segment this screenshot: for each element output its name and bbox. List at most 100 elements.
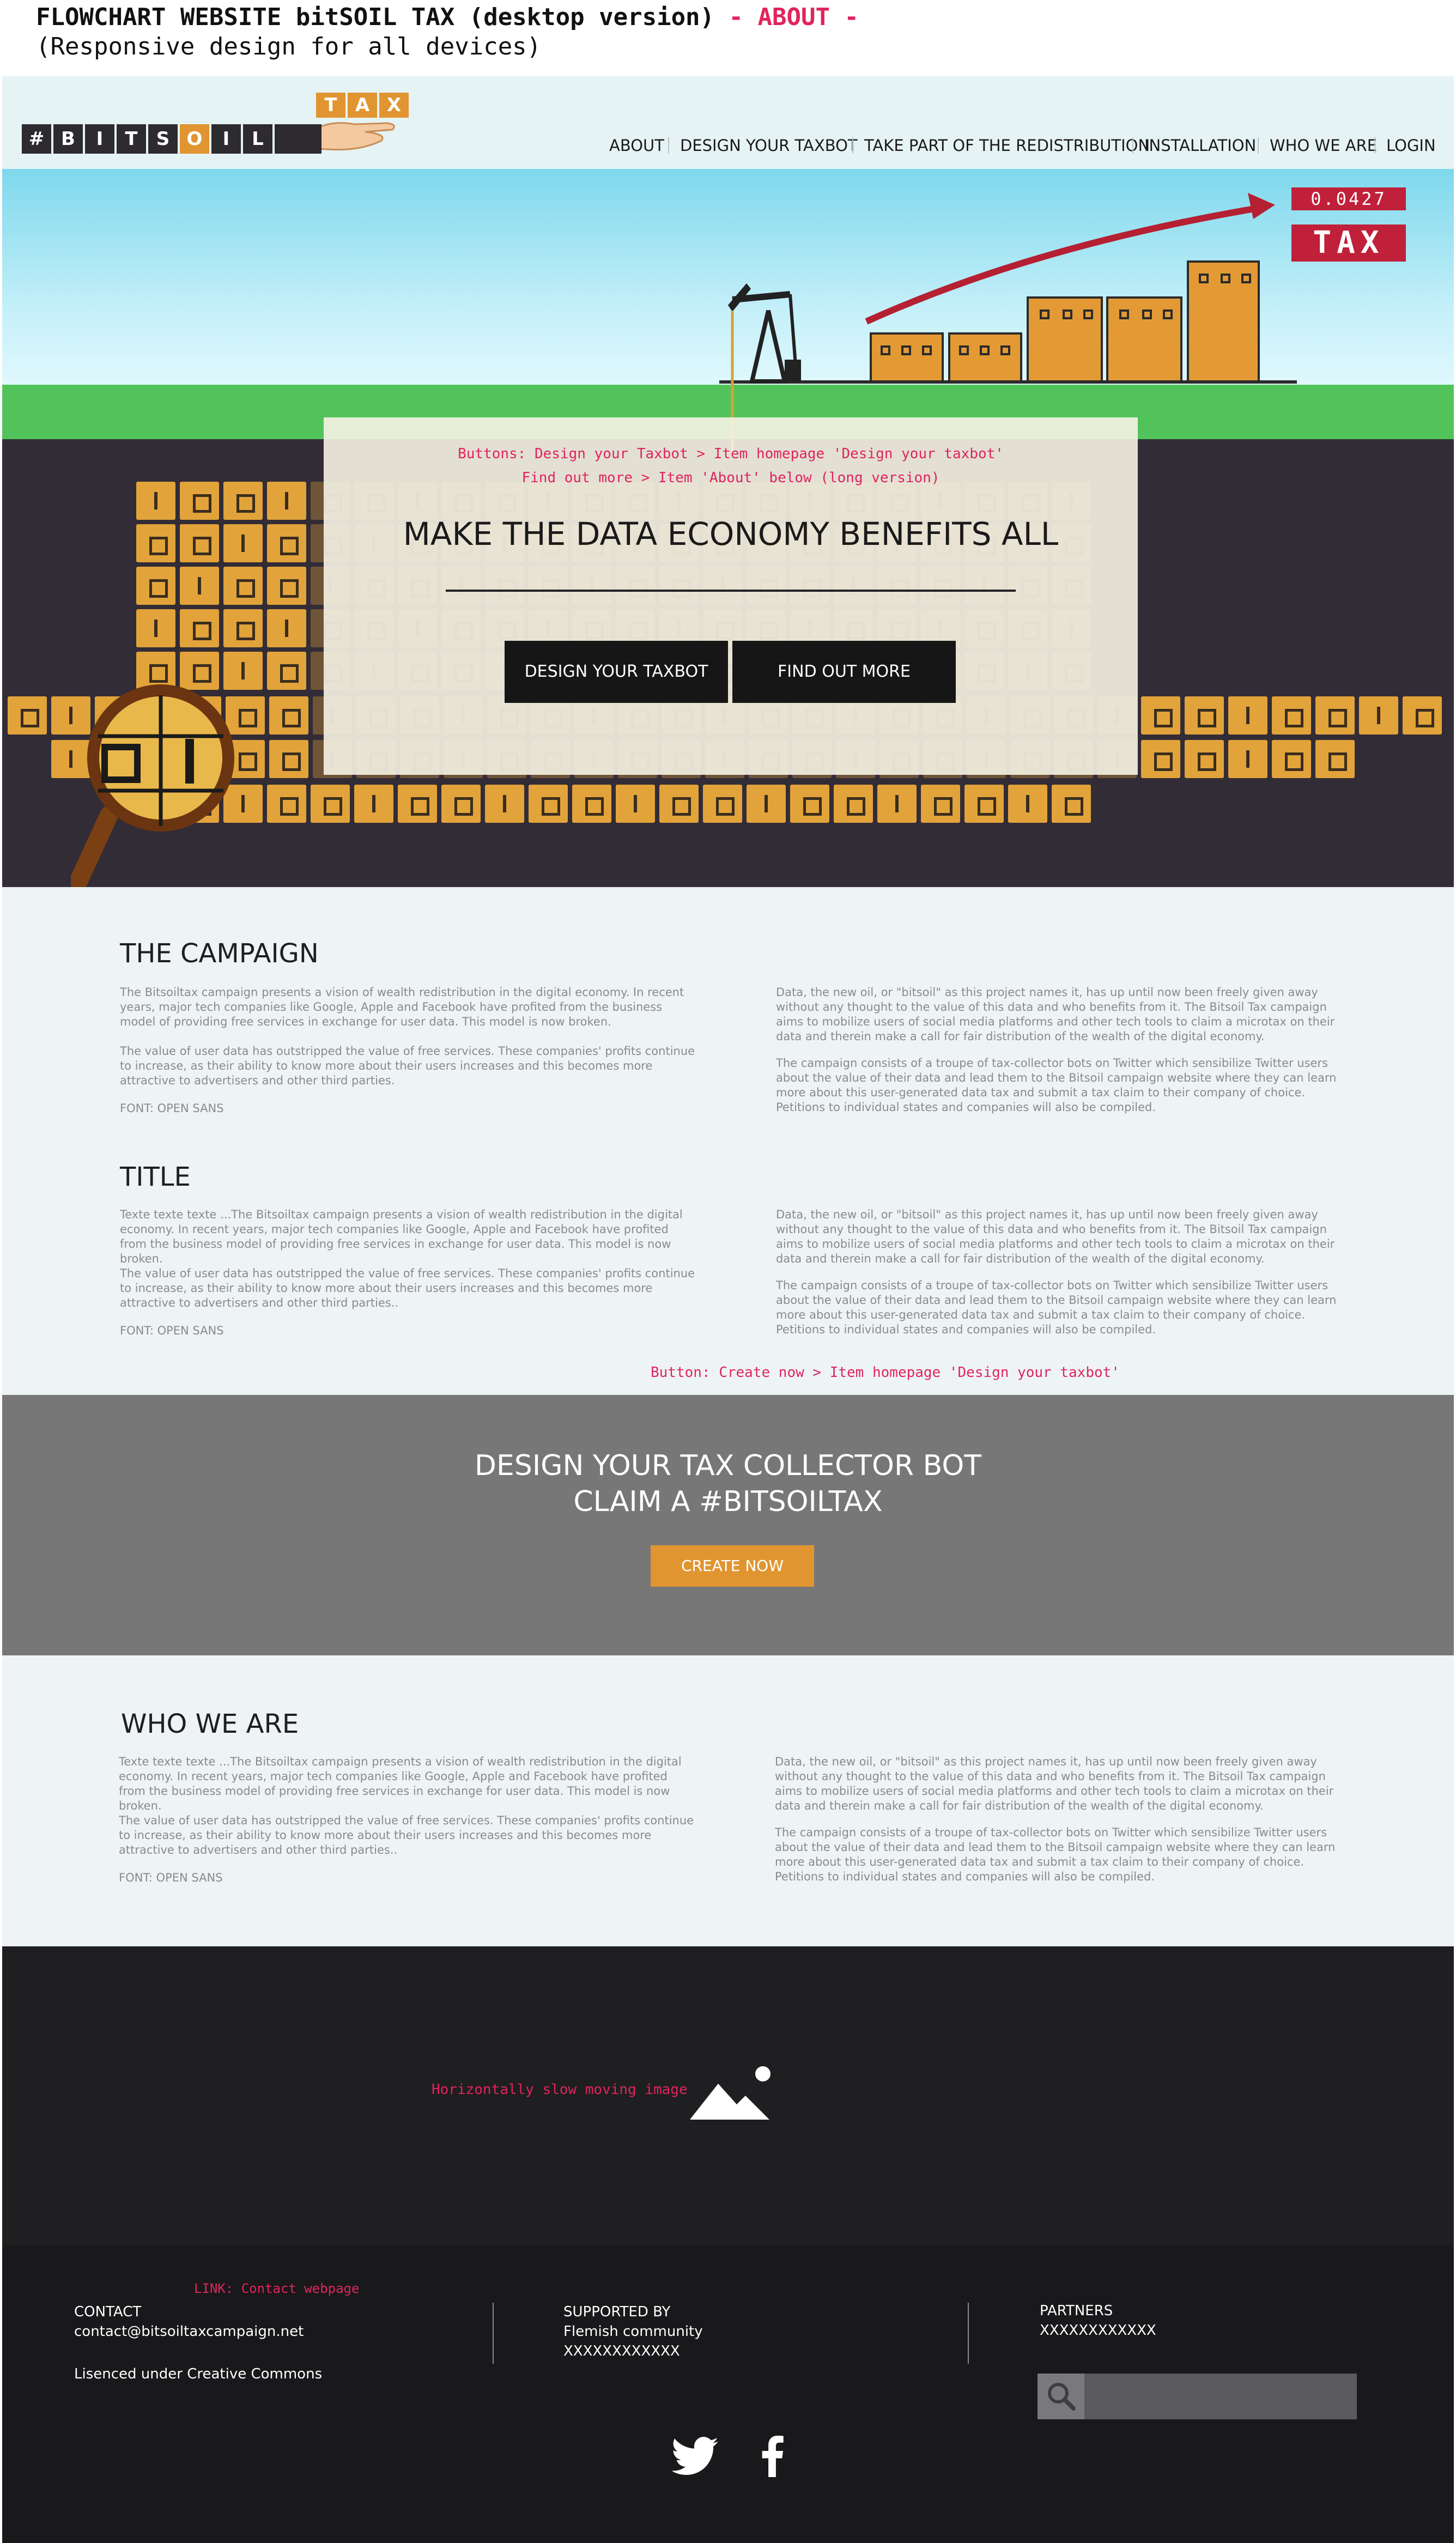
logo-letter-s: S <box>148 124 178 154</box>
logo-letter-i: I <box>85 124 114 154</box>
data-block <box>223 609 263 647</box>
magnifying-glass-icon <box>71 684 234 887</box>
twitter-icon[interactable] <box>671 2437 718 2476</box>
logo-letter-l: L <box>243 124 272 154</box>
title-left-paragraph-2: The value of user data has outstripped t… <box>120 1267 695 1309</box>
nav-separator <box>1258 137 1259 154</box>
campaign-title: THE CAMPAIGN <box>120 938 319 969</box>
nav-redistribution[interactable]: TAKE PART OF THE REDISTRIBUTION <box>864 136 1150 155</box>
data-block <box>180 482 219 520</box>
logo-letter-t: T <box>117 124 146 154</box>
campaign-right-paragraph-2: The campaign consists of a troupe of tax… <box>776 1057 1337 1114</box>
data-block <box>1185 740 1224 778</box>
hero-divider <box>446 590 1016 592</box>
nav-separator <box>1132 137 1133 154</box>
title-section-heading: TITLE <box>120 1162 191 1192</box>
data-block <box>1272 696 1311 735</box>
nav-who-we-are[interactable]: WHO WE ARE <box>1270 136 1377 155</box>
nav-design-taxbot[interactable]: DESIGN YOUR TAXBOT <box>680 136 858 155</box>
footer-search-input[interactable] <box>1038 2374 1357 2419</box>
document-subtitle: (Responsive design for all devices) <box>36 33 542 60</box>
title-left-paragraph-1: Texte texte texte ...The Bitsoiltax camp… <box>120 1208 683 1265</box>
who-we-are-title: WHO WE ARE <box>121 1709 299 1739</box>
data-block <box>1315 696 1355 735</box>
data-block <box>354 785 393 823</box>
data-block <box>180 524 219 562</box>
campaign-left-paragraph-2: The value of user data has outstripped t… <box>120 1045 695 1087</box>
data-block <box>441 785 481 823</box>
search-button[interactable] <box>1038 2374 1084 2419</box>
partners-label: PARTNERS <box>1040 2303 1113 2319</box>
logo-tail <box>275 124 321 154</box>
nav-separator <box>852 137 853 154</box>
supported-by-placeholder: XXXXXXXXXXXX <box>563 2343 680 2359</box>
data-block <box>964 785 1004 823</box>
moving-image-annotation: Horizontally slow moving image <box>432 2081 688 2098</box>
data-block <box>267 567 306 605</box>
who-right-paragraph-2: The campaign consists of a troupe of tax… <box>775 1826 1336 1883</box>
document-title-accent: - ABOUT - <box>714 3 859 31</box>
data-block <box>703 785 742 823</box>
logo-hash: # <box>22 124 51 154</box>
site-logo[interactable]: T A X # B I T S O I L <box>22 76 414 169</box>
nav-about[interactable]: ABOUT <box>609 136 664 155</box>
data-block <box>1272 740 1311 778</box>
cta-section <box>2 1395 1454 1655</box>
data-block <box>877 785 917 823</box>
title-right-paragraph-1: Data, the new oil, or "bitsoil" as this … <box>776 1208 1335 1265</box>
data-block <box>269 696 308 735</box>
data-block <box>1315 740 1355 778</box>
data-block <box>616 785 655 823</box>
data-block <box>1185 696 1224 735</box>
supported-by-label: SUPPORTED BY <box>563 2304 671 2320</box>
data-block <box>267 482 306 520</box>
hero-heading: MAKE THE DATA ECONOMY BENEFITS ALL <box>403 515 1059 553</box>
data-block <box>659 785 699 823</box>
data-block <box>136 609 175 647</box>
data-block <box>267 785 306 823</box>
crate <box>1027 296 1103 383</box>
data-block <box>1008 785 1047 823</box>
data-block <box>1141 696 1180 735</box>
data-block <box>267 524 306 562</box>
data-block <box>136 482 175 520</box>
contact-link-annotation: LINK: Contact webpage <box>194 2281 360 2296</box>
data-block <box>136 524 175 562</box>
find-out-more-button[interactable]: FIND OUT MORE <box>732 641 956 703</box>
data-block <box>747 785 786 823</box>
data-block <box>267 652 306 690</box>
cta-heading-line-1: DESIGN YOUR TAX COLLECTOR BOT <box>474 1449 982 1482</box>
campaign-left-paragraph-1: The Bitsoiltax campaign presents a visio… <box>120 986 684 1028</box>
who-left-paragraph-1: Texte texte texte ...The Bitsoiltax camp… <box>119 1755 682 1812</box>
logo-letter-b: B <box>53 124 83 154</box>
data-block <box>1403 696 1442 735</box>
footer-divider <box>968 2303 969 2364</box>
who-font-note: FONT: OPEN SANS <box>119 1871 223 1884</box>
design-taxbot-button[interactable]: DESIGN YOUR TAXBOT <box>505 641 728 703</box>
data-block <box>1141 740 1180 778</box>
data-block <box>269 740 308 778</box>
data-block <box>223 524 263 562</box>
campaign-font-note: FONT: OPEN SANS <box>120 1102 224 1115</box>
crate <box>1187 260 1260 383</box>
nav-installation[interactable]: INSTALLATION <box>1144 136 1256 155</box>
data-block <box>311 785 350 823</box>
create-now-button[interactable]: CREATE NOW <box>651 1545 814 1587</box>
create-now-annotation: Button: Create now > Item homepage 'Desi… <box>651 1364 1120 1381</box>
nav-separator <box>668 137 669 154</box>
facebook-icon[interactable] <box>761 2436 784 2477</box>
image-placeholder-icon <box>690 2066 771 2120</box>
title-font-note: FONT: OPEN SANS <box>120 1324 224 1337</box>
data-block <box>8 696 47 735</box>
data-block <box>180 567 219 605</box>
footer-divider <box>493 2303 494 2364</box>
nav-separator <box>1374 137 1375 154</box>
search-icon <box>1048 2383 1076 2411</box>
nav-login[interactable]: LOGIN <box>1386 136 1436 155</box>
data-block <box>529 785 568 823</box>
document-title: FLOWCHART WEBSITE bitSOIL TAX (desktop v… <box>36 3 859 31</box>
supported-by-name: Flemish community <box>563 2323 703 2340</box>
contact-email-link[interactable]: contact@bitsoiltaxcampaign.net <box>74 2323 304 2340</box>
data-block <box>223 482 263 520</box>
logo-letter-o: O <box>180 124 209 154</box>
